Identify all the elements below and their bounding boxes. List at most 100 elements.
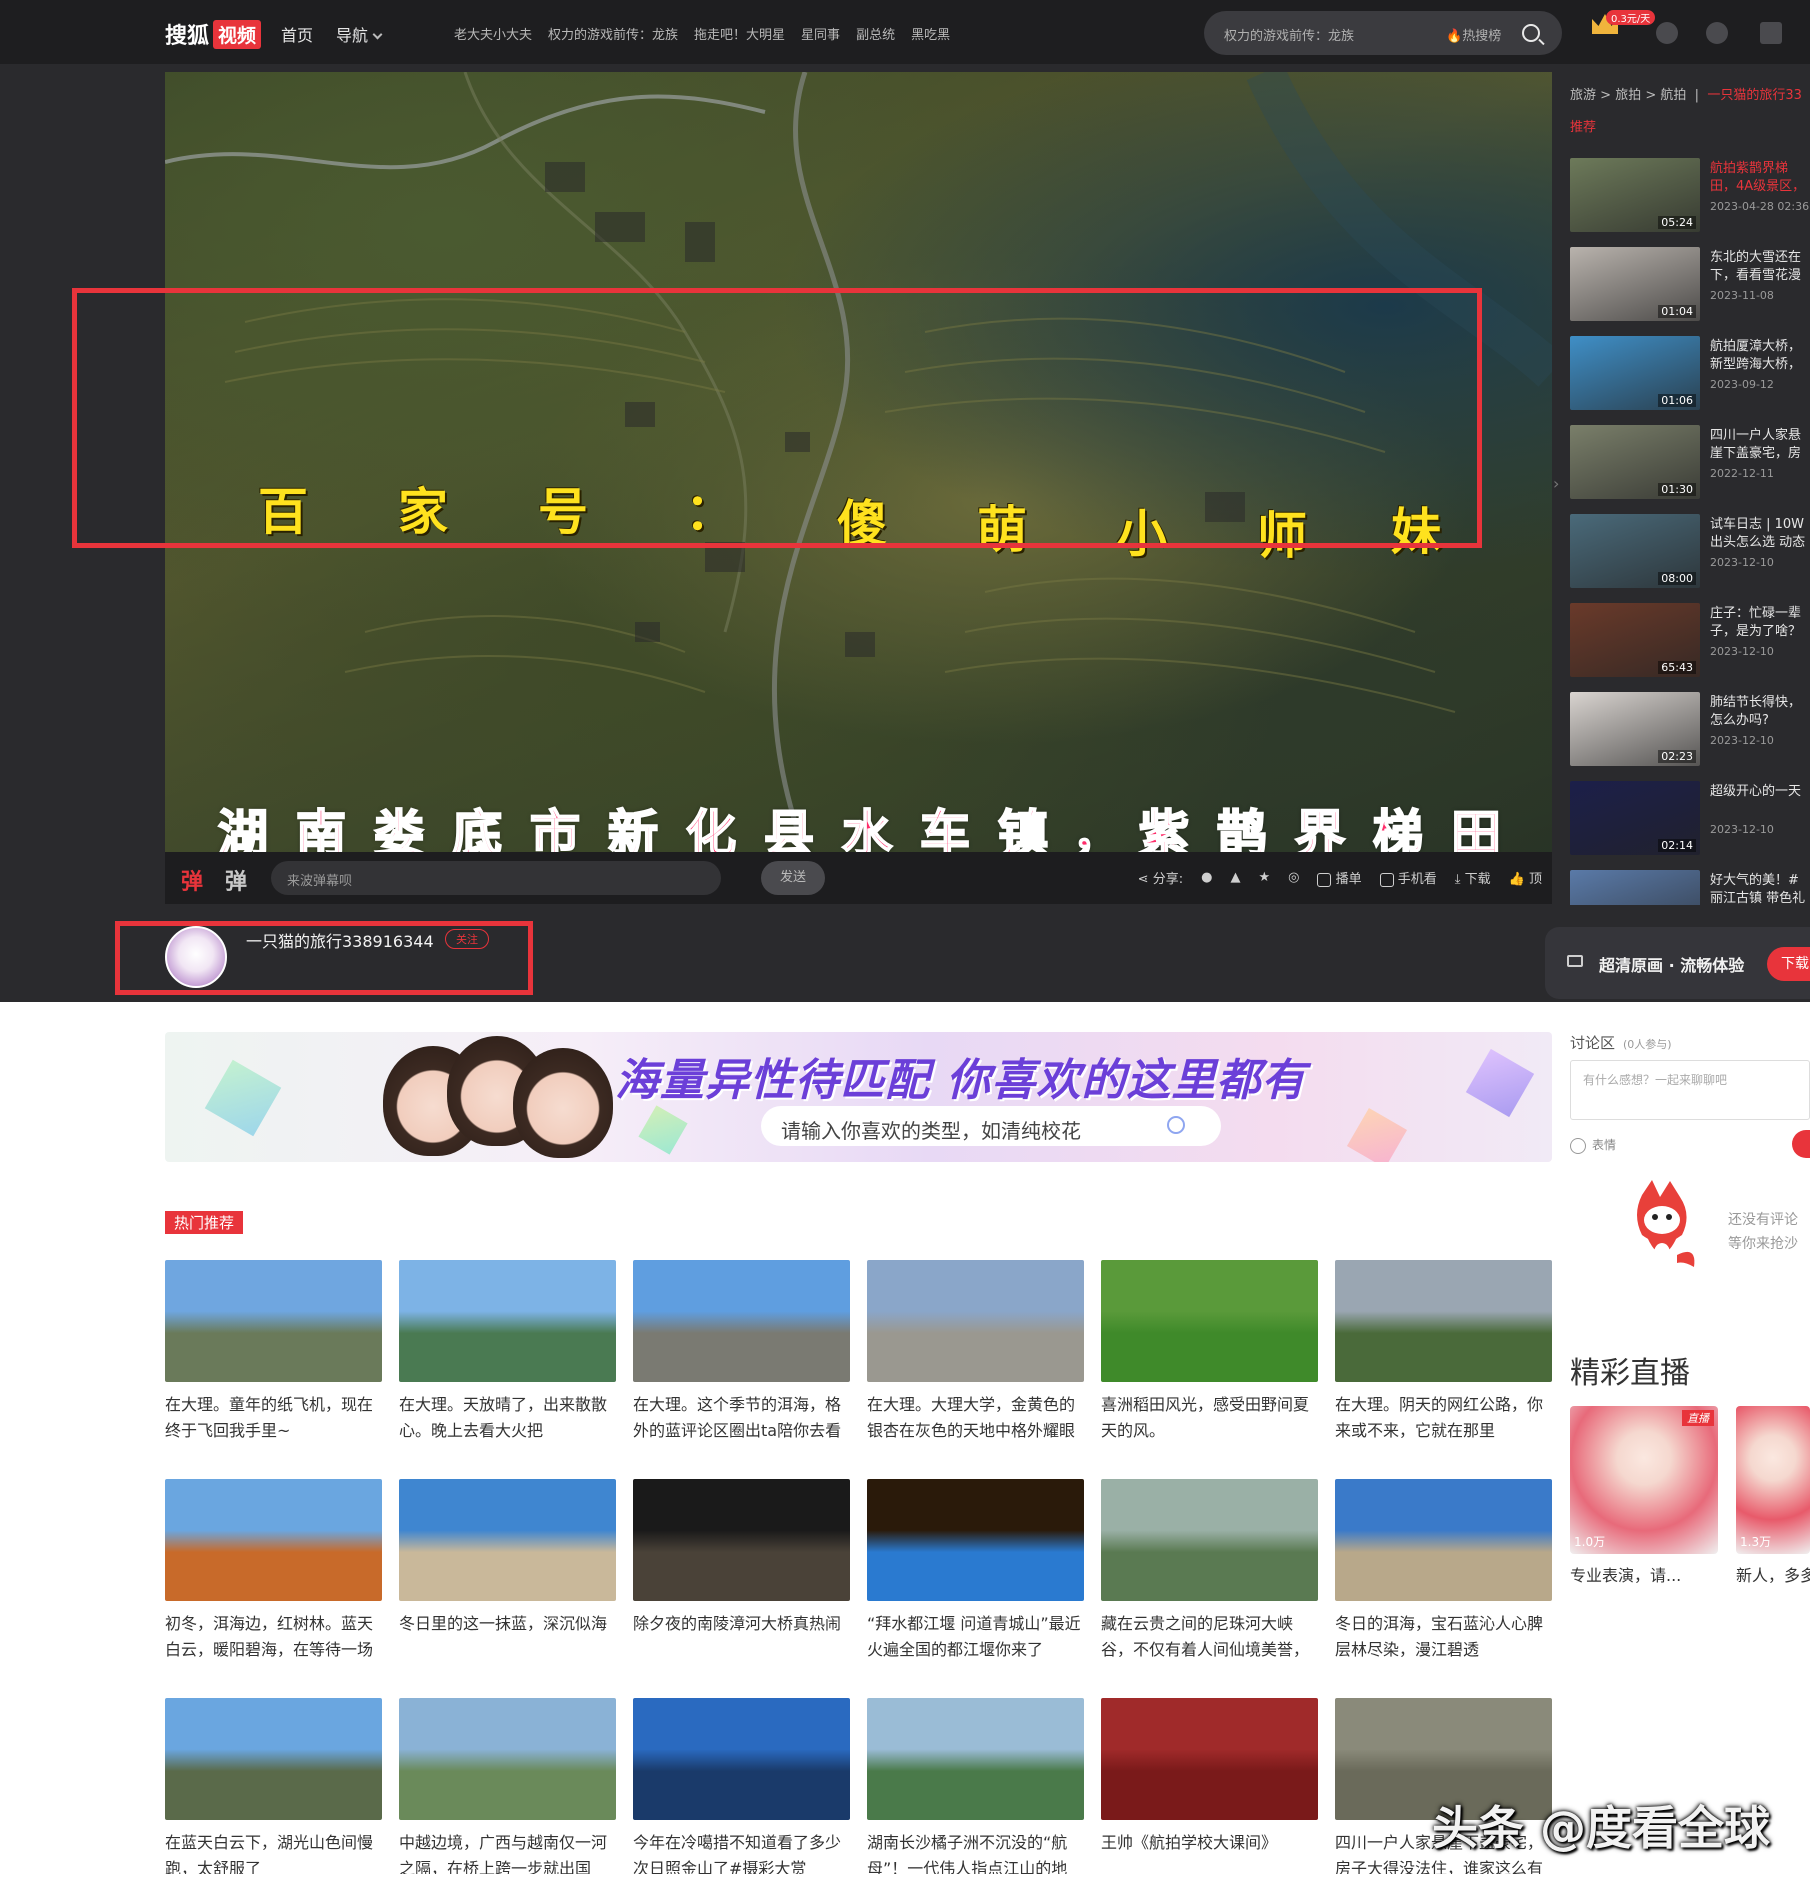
video-thumbnail[interactable]: 05:24 [1570, 158, 1700, 232]
hot-link[interactable]: 副总统 [856, 24, 895, 43]
hot-link[interactable]: 星同事 [801, 24, 840, 43]
search-input[interactable]: 权力的游戏前传：龙族 [1224, 25, 1354, 44]
sohu-video-logo[interactable]: 搜狐 视频 [165, 18, 262, 50]
video-title[interactable]: 在大理。大理大学，金黄色的银杏在灰色的天地中格外耀眼 [867, 1392, 1084, 1444]
video-card[interactable]: 在大理。这个季节的洱海，格外的蓝评论区圈出ta陪你去看 [633, 1260, 850, 1444]
comment-input[interactable]: 有什么感想？一起来聊聊吧 [1570, 1060, 1810, 1120]
star-icon[interactable]: ★ [1258, 870, 1270, 885]
live-streamer-name[interactable]: 新人，多多 [1736, 1562, 1810, 1586]
video-thumbnail[interactable] [165, 1698, 382, 1820]
video-card[interactable]: 在大理。天放晴了，出来散散心。晚上去看大火把 [399, 1260, 616, 1444]
danmaku-send-button[interactable]: 发送 [761, 861, 825, 895]
video-thumbnail[interactable] [399, 1260, 616, 1382]
hot-list-link[interactable]: 🔥热搜榜 [1446, 25, 1501, 44]
recommend-title[interactable]: 试车日志 | 10W出头怎么选 动态体验奇瑞 [1710, 516, 1810, 552]
video-thumbnail[interactable] [1101, 1698, 1318, 1820]
recommend-title[interactable]: 航拍厦漳大桥，新型跨海大桥，非 [1710, 338, 1810, 374]
like-button[interactable]: 👍 顶 [1509, 868, 1542, 887]
video-title[interactable]: 在大理。天放晴了，出来散散心。晚上去看大火把 [399, 1392, 616, 1444]
video-title[interactable]: 今年在冷噶措不知道看了多少次日照金山了#摄彩大赏 [633, 1830, 850, 1874]
user-avatar-icon[interactable] [1760, 22, 1782, 44]
video-card[interactable]: 今年在冷噶措不知道看了多少次日照金山了#摄彩大赏 [633, 1698, 850, 1874]
video-thumbnail[interactable] [1335, 1260, 1552, 1382]
video-title[interactable]: 喜洲稻田风光，感受田野间夏天的风。 [1101, 1392, 1318, 1444]
weibo-icon[interactable]: ◎ [1288, 870, 1299, 885]
nav-home-link[interactable]: 首页 [281, 22, 313, 46]
recommend-item[interactable]: 05:24 航拍紫鹊界梯田，4A级景区，首批19 2023-04-28 02:36 [1570, 158, 1810, 234]
video-card[interactable]: “拜水都江堰 问道青城山”最近火遍全国的都江堰你来了 [867, 1479, 1084, 1663]
download-app-button[interactable]: 下载 [1767, 947, 1810, 981]
video-title[interactable]: 中越边境，广西与越南仅一河之隔，在桥上跨一步就出国 [399, 1830, 616, 1874]
video-title[interactable]: 在大理。童年的纸飞机，现在终于飞回我手里~ [165, 1392, 382, 1444]
video-thumbnail[interactable] [867, 1479, 1084, 1601]
video-thumbnail[interactable] [1335, 1479, 1552, 1601]
ad-search-input[interactable]: 请输入你喜欢的类型，如清纯校花 [761, 1106, 1221, 1146]
video-title[interactable]: 湖南长沙橘子洲不沉没的“航母”！一代伟人指点江山的地 [867, 1830, 1084, 1874]
video-thumbnail[interactable]: 01:30 [1570, 425, 1700, 499]
recommend-item[interactable]: 02:23 肺结节长得快，怎么办吗? 2023-12-10 [1570, 692, 1810, 768]
video-card[interactable]: 喜洲稻田风光，感受田野间夏天的风。 [1101, 1260, 1318, 1444]
video-card[interactable]: 在大理。阴天的网红公路，你来或不来，它就在那里 [1335, 1260, 1552, 1444]
danmaku-settings-button[interactable]: 弹 [225, 864, 247, 896]
ad-banner[interactable]: 海量异性待匹配 你喜欢的这里都有 请输入你喜欢的类型，如清纯校花 [165, 1032, 1552, 1162]
recommend-item[interactable]: 65:43 庄子：忙碌一辈子，是为了啥？直播 2023-12-10 [1570, 603, 1810, 679]
video-thumbnail[interactable] [633, 1698, 850, 1820]
video-card[interactable]: 王帅《航拍学校大课间》 [1101, 1698, 1318, 1874]
nav-guide-menu[interactable]: 导航 [336, 22, 383, 46]
search-icon[interactable] [1522, 24, 1540, 42]
video-thumbnail[interactable] [399, 1479, 616, 1601]
video-title[interactable]: 在大理。这个季节的洱海，格外的蓝评论区圈出ta陪你去看 [633, 1392, 850, 1444]
video-card[interactable]: 除夕夜的南陵漳河大桥真热闹 [633, 1479, 850, 1663]
video-card[interactable]: 在大理。童年的纸飞机，现在终于飞回我手里~ [165, 1260, 382, 1444]
video-thumbnail[interactable]: 02:23 [1570, 692, 1700, 766]
history-icon[interactable] [1656, 22, 1678, 44]
danmaku-toggle-button[interactable]: 弹 [181, 864, 203, 896]
chevron-right-icon[interactable]: › [1553, 474, 1559, 493]
video-card[interactable]: 湖南长沙橘子洲不沉没的“航母”！一代伟人指点江山的地 [867, 1698, 1084, 1874]
share-button[interactable]: ⋖ 分享: [1138, 868, 1183, 887]
hot-link[interactable]: 拖走吧！大明星 [694, 24, 785, 43]
qq-icon[interactable]: ▲ [1230, 870, 1240, 885]
video-thumbnail[interactable] [633, 1260, 850, 1382]
search-bar[interactable]: 权力的游戏前传：龙族 🔥热搜榜 [1204, 11, 1562, 55]
comment-submit-button[interactable] [1792, 1130, 1810, 1158]
recommend-title[interactable]: 航拍紫鹊界梯田，4A级景区，首批19 [1710, 160, 1810, 196]
video-thumbnail[interactable] [633, 1479, 850, 1601]
playlist-button[interactable]: 播单 [1317, 868, 1362, 887]
video-thumbnail[interactable] [867, 1260, 1084, 1382]
danmaku-input[interactable]: 来波弹幕呗 发送 [271, 861, 825, 895]
vip-entry[interactable]: 0.3元/天 [1592, 10, 1656, 34]
breadcrumb-item[interactable]: 旅拍 [1615, 88, 1641, 103]
live-card[interactable]: 1.3万 [1736, 1406, 1810, 1554]
recommend-item[interactable]: 08:00 试车日志 | 10W出头怎么选 动态体验奇瑞 2023-12-10 [1570, 514, 1810, 590]
breadcrumb-item[interactable]: 航拍 [1660, 88, 1686, 103]
video-title[interactable]: 冬日里的这一抹蓝，深沉似海 [399, 1611, 616, 1663]
video-card[interactable]: 在大理。大理大学，金黄色的银杏在灰色的天地中格外耀眼 [867, 1260, 1084, 1444]
hd-download-banner[interactable]: 超清原画 · 流畅体验 下载 [1545, 927, 1810, 999]
video-title[interactable]: 王帅《航拍学校大课间》 [1101, 1830, 1318, 1874]
video-card[interactable]: 初冬，洱海边，红树林。蓝天白云，暖阳碧海，在等待一场 [165, 1479, 382, 1663]
hot-link[interactable]: 权力的游戏前传：龙族 [548, 24, 678, 43]
video-card[interactable]: 冬日里的这一抹蓝，深沉似海 [399, 1479, 616, 1663]
video-thumbnail[interactable]: 01:04 [1570, 247, 1700, 321]
video-thumbnail[interactable]: 65:43 [1570, 603, 1700, 677]
video-card[interactable]: 藏在云贵之间的尼珠河大峡谷，不仅有着人间仙境美誉， [1101, 1479, 1318, 1663]
recommend-title[interactable]: 东北的大雪还在下，看看雪花漫天飞 [1710, 249, 1810, 285]
video-thumbnail[interactable]: 02:14 [1570, 781, 1700, 855]
video-thumbnail[interactable] [867, 1698, 1084, 1820]
hot-link[interactable]: 老大夫小大夫 [454, 24, 532, 43]
video-title[interactable]: 藏在云贵之间的尼珠河大峡谷，不仅有着人间仙境美誉， [1101, 1611, 1318, 1663]
search-icon[interactable] [1167, 1116, 1185, 1134]
recommend-item[interactable]: 01:04 东北的大雪还在下，看看雪花漫天飞 2023-11-08 [1570, 247, 1810, 323]
download-button[interactable]: ⤓ 下载 [1455, 868, 1491, 887]
video-thumbnail[interactable]: 08:00 [1570, 514, 1700, 588]
video-thumbnail[interactable] [165, 1479, 382, 1601]
video-card[interactable]: 冬日的洱海，宝石蓝沁人心脾层林尽染，漫江碧透 [1335, 1479, 1552, 1663]
video-title[interactable]: “拜水都江堰 问道青城山”最近火遍全国的都江堰你来了 [867, 1611, 1084, 1663]
recommend-item[interactable]: 02:14 超级开心的一天 2023-12-10 [1570, 781, 1810, 857]
video-title[interactable]: 在大理。阴天的网红公路，你来或不来，它就在那里 [1335, 1392, 1552, 1444]
live-card[interactable]: 直播 1.0万 [1570, 1406, 1718, 1554]
video-thumbnail[interactable] [399, 1698, 616, 1820]
video-thumbnail[interactable] [1101, 1479, 1318, 1601]
wechat-icon[interactable]: ● [1201, 870, 1212, 885]
